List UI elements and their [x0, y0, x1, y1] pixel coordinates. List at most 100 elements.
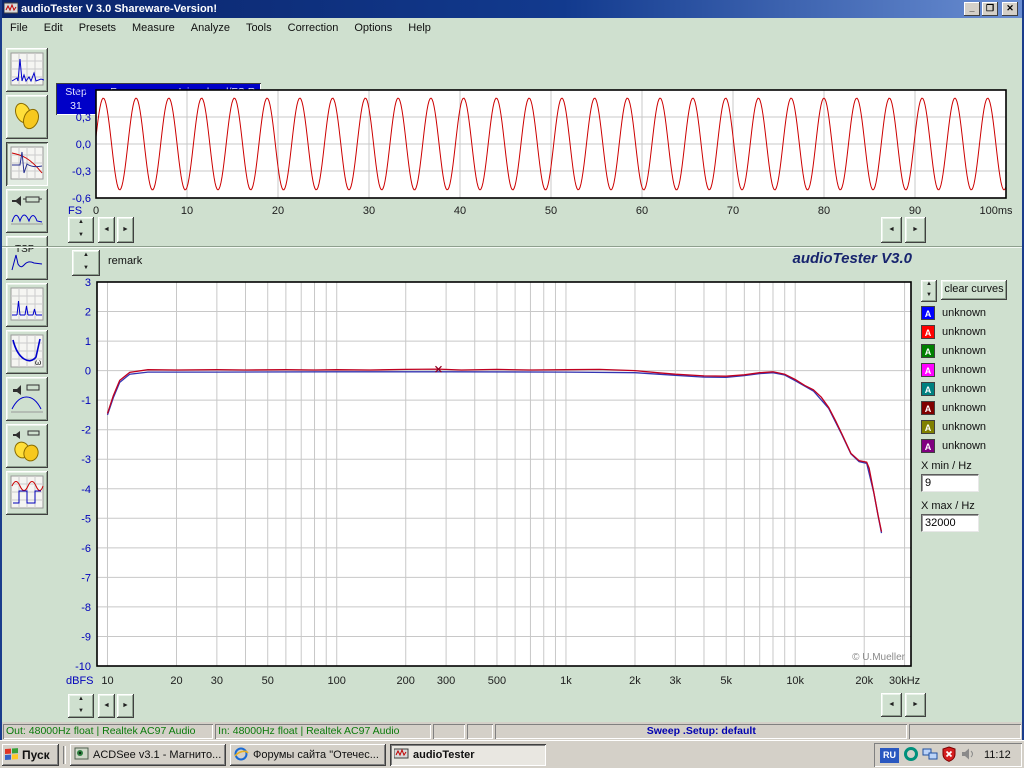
svg-text:ω: ω	[35, 358, 41, 367]
impedance-sweep-icon	[10, 193, 44, 230]
svg-text:dBFS: dBFS	[66, 675, 94, 687]
legend-item-5[interactable]: Aunknown	[921, 379, 986, 398]
square-wave-scope-icon	[10, 475, 44, 512]
response-scroll-right[interactable]: ►	[117, 694, 134, 718]
legend-item-7[interactable]: Aunknown	[921, 417, 986, 436]
curve-swatch[interactable]: A	[921, 401, 935, 415]
curve-swatch[interactable]: A	[921, 363, 935, 377]
up-arrow-icon[interactable]: ▲	[921, 280, 937, 291]
legend-item-3[interactable]: Aunknown	[921, 341, 986, 360]
network-icon[interactable]	[922, 746, 938, 765]
language-indicator[interactable]: RU	[880, 748, 899, 763]
menu-item-options[interactable]: Options	[346, 20, 400, 36]
response-scroll-left[interactable]: ◄	[98, 694, 115, 718]
down-arrow-icon[interactable]: ▼	[68, 706, 94, 718]
start-button[interactable]: Пуск	[2, 744, 59, 766]
brand-text: audioTester V3.0	[767, 250, 912, 267]
curve-swatch[interactable]: A	[921, 325, 935, 339]
taskbar-task-2[interactable]: Форумы сайта "Отечес...	[230, 744, 386, 766]
legend-item-1[interactable]: Aunknown	[921, 303, 986, 322]
menu-item-help[interactable]: Help	[400, 20, 439, 36]
response-vertical-spinner[interactable]: ▲ ▼	[68, 694, 94, 718]
level-meter-icon	[10, 428, 44, 465]
legend-item-6[interactable]: Aunknown	[921, 398, 986, 417]
down-arrow-icon[interactable]: ▼	[921, 291, 937, 302]
status-cell-4	[467, 724, 493, 739]
svg-text:0: 0	[85, 366, 91, 378]
toolbar-button-spectrum-analyzer[interactable]	[6, 48, 48, 92]
toolbar-button-speaker-response[interactable]	[6, 377, 48, 421]
volume-icon[interactable]	[960, 746, 976, 765]
svg-text:-0,3: -0,3	[72, 166, 91, 178]
curves-spinner[interactable]: ▲ ▼	[921, 280, 937, 302]
scope-pan-right[interactable]: ►	[905, 217, 926, 243]
curve-swatch[interactable]: A	[921, 382, 935, 396]
xmin-input[interactable]	[921, 474, 979, 492]
toolbar-button-distortion-spikes[interactable]	[6, 283, 48, 327]
legend-item-4[interactable]: Aunknown	[921, 360, 986, 379]
svg-text:0: 0	[93, 205, 99, 217]
up-arrow-icon[interactable]: ▲	[72, 250, 100, 263]
scope-scroll-right[interactable]: ►	[117, 217, 134, 243]
curve-label: unknown	[942, 345, 986, 357]
remark-spinner[interactable]: ▲ ▼	[72, 250, 100, 276]
curve-swatch[interactable]: A	[921, 306, 935, 320]
legend-item-2[interactable]: Aunknown	[921, 322, 986, 341]
curve-label: unknown	[942, 440, 986, 452]
minimize-button[interactable]: _	[964, 2, 980, 16]
security-shield-icon[interactable]	[941, 746, 957, 765]
svg-text:FS: FS	[68, 205, 82, 217]
curve-swatch[interactable]: A	[921, 439, 935, 453]
svg-text:10: 10	[181, 205, 193, 217]
xmax-input[interactable]	[921, 514, 979, 532]
taskbar-task-3[interactable]: audioTester	[390, 744, 546, 766]
down-arrow-icon[interactable]: ▼	[72, 263, 100, 276]
menu-item-measure[interactable]: Measure	[124, 20, 183, 36]
curve-label: unknown	[942, 364, 986, 376]
menu-bar: FileEditPresetsMeasureAnalyzeToolsCorrec…	[2, 18, 1022, 38]
scope-pan-left[interactable]: ◄	[881, 217, 902, 243]
close-button[interactable]: ✕	[1002, 2, 1018, 16]
svg-text:10k: 10k	[786, 675, 804, 687]
scope-vertical-spinner[interactable]: ▲ ▼	[68, 217, 94, 243]
curve-swatch[interactable]: A	[921, 420, 935, 434]
task-label: ACDSee v3.1 - Магнито...	[93, 749, 221, 761]
up-arrow-icon[interactable]: ▲	[68, 217, 94, 230]
messenger-ring-icon[interactable]	[903, 746, 919, 765]
toolbar-button-weighting-curve[interactable]: ω	[6, 330, 48, 374]
menu-item-edit[interactable]: Edit	[36, 20, 71, 36]
restore-button[interactable]: ❐	[982, 2, 998, 16]
menu-item-file[interactable]: File	[2, 20, 36, 36]
menu-item-presets[interactable]: Presets	[71, 20, 124, 36]
svg-text:90: 90	[909, 205, 921, 217]
scope-scroll-left[interactable]: ◄	[98, 217, 115, 243]
signal-generator-icon	[10, 99, 44, 136]
svg-text:100: 100	[328, 675, 346, 687]
windows-logo-icon	[5, 747, 19, 764]
svg-text:30: 30	[363, 205, 375, 217]
svg-text:100ms: 100ms	[979, 205, 1012, 217]
toolbar-button-signal-generator[interactable]	[6, 95, 48, 139]
response-pan-right[interactable]: ►	[905, 693, 926, 717]
toolbar-button-impedance-sweep[interactable]	[6, 189, 48, 233]
up-arrow-icon[interactable]: ▲	[68, 694, 94, 706]
svg-text:70: 70	[727, 205, 739, 217]
svg-text:300: 300	[437, 675, 455, 687]
toolbar-button-square-wave-scope[interactable]	[6, 471, 48, 515]
response-pan-left[interactable]: ◄	[881, 693, 902, 717]
taskbar-task-1[interactable]: ACDSee v3.1 - Магнито...	[70, 744, 226, 766]
clear-curves-button[interactable]: clear curves	[941, 280, 1007, 300]
svg-text:10: 10	[101, 675, 113, 687]
menu-item-analyze[interactable]: Analyze	[183, 20, 238, 36]
curve-swatch[interactable]: A	[921, 344, 935, 358]
toolbar-button-tsp-measurement[interactable]: TSP	[6, 236, 48, 280]
toolbar-button-level-meter[interactable]	[6, 424, 48, 468]
svg-text:3: 3	[85, 277, 91, 289]
menu-item-correction[interactable]: Correction	[280, 20, 347, 36]
status-bar: Out: 48000Hz float | Realtek AC97 AudioI…	[2, 722, 1022, 740]
menu-item-tools[interactable]: Tools	[238, 20, 280, 36]
down-arrow-icon[interactable]: ▼	[68, 230, 94, 243]
toolbar-button-frequency-response[interactable]	[6, 142, 48, 186]
svg-text:-10: -10	[75, 661, 91, 673]
legend-item-8[interactable]: Aunknown	[921, 436, 986, 455]
